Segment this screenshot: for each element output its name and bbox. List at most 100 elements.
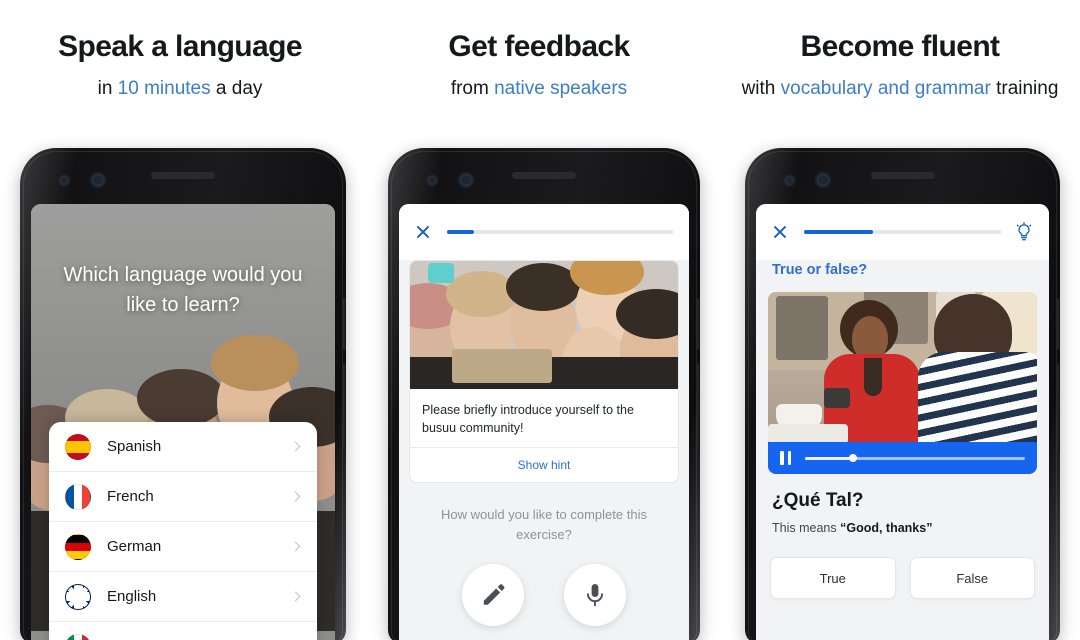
earpiece-speaker-icon — [151, 172, 215, 179]
speak-option[interactable]: Speak — [564, 564, 626, 640]
lesson-progress-bar — [447, 230, 673, 234]
vocabulary-meaning-quote: “Good, thanks” — [840, 521, 933, 535]
phone-mockup-3: True or false? ¿Qué Tal? This means “Goo… — [745, 148, 1060, 640]
close-icon[interactable] — [772, 224, 788, 240]
phone-1-volume-button[interactable] — [343, 363, 346, 451]
column-1-subtitle-accent: 10 minutes — [117, 78, 211, 99]
front-camera-icon — [93, 175, 103, 185]
phone-3-notch — [756, 160, 1049, 204]
front-camera-icon — [461, 175, 471, 185]
phone-3-volume-button[interactable] — [1057, 363, 1060, 451]
onboarding-question-line-1: Which language would you — [63, 264, 303, 286]
write-option[interactable]: Write — [462, 564, 524, 640]
language-label: German — [107, 538, 162, 555]
column-heading-1: Speak a language in 10 minutes a day — [10, 30, 350, 103]
vocabulary-meaning-prefix: This means — [772, 521, 841, 535]
front-sensor-icon — [429, 177, 436, 184]
flag-italy-icon — [65, 633, 91, 640]
column-1-subtitle: in 10 minutes a day — [10, 75, 350, 103]
phone-2-side-button[interactable] — [697, 298, 700, 350]
lesson-progress-bar — [804, 230, 1001, 234]
column-3-subtitle-post: training — [990, 78, 1059, 99]
seek-bar[interactable] — [805, 454, 1025, 462]
answer-buttons: True False — [756, 535, 1049, 599]
front-sensor-icon — [786, 177, 793, 184]
write-option-button[interactable] — [462, 564, 524, 627]
earpiece-speaker-icon — [512, 172, 576, 179]
phone-1-screen: Which language would you like to learn? … — [31, 204, 335, 640]
phone-mockup-2: Please briefly introduce yourself to the… — [388, 148, 700, 640]
answer-false-button[interactable]: False — [909, 557, 1035, 599]
earpiece-speaker-icon — [870, 172, 935, 179]
language-row-french[interactable]: French — [49, 472, 317, 522]
chevron-right-icon — [290, 541, 301, 552]
chevron-right-icon — [290, 491, 301, 502]
flag-spain-icon — [65, 433, 91, 460]
language-label: English — [107, 588, 157, 605]
lesson-header — [756, 204, 1049, 260]
column-2-title: Get feedback — [448, 30, 630, 63]
front-sensor-icon — [61, 177, 68, 184]
pause-icon[interactable] — [780, 451, 791, 465]
column-1-subtitle-pre: in — [97, 78, 118, 99]
phone-2-notch — [399, 160, 689, 204]
audio-player-controls — [768, 442, 1037, 474]
pencil-icon — [483, 584, 505, 605]
completion-question: How would you like to complete this exer… — [441, 507, 647, 542]
phone-2-screen: Please briefly introduce yourself to the… — [399, 204, 689, 640]
phone-mockup-1: Which language would you like to learn? … — [20, 148, 346, 640]
phone-3-screen: True or false? ¿Qué Tal? This means “Goo… — [756, 204, 1049, 640]
exercise-prompt: Please briefly introduce yourself to the… — [422, 403, 634, 436]
seek-progress — [805, 456, 854, 460]
column-3-subtitle-pre: with — [741, 78, 781, 99]
language-label: French — [107, 488, 154, 505]
column-1-title: Speak a language — [58, 30, 302, 63]
onboarding-question-line-2: like to learn? — [126, 294, 240, 316]
answer-true-button[interactable]: True — [770, 557, 896, 599]
front-camera-icon — [818, 175, 828, 185]
language-row-german[interactable]: German — [49, 522, 317, 572]
exercise-card: Please briefly introduce yourself to the… — [409, 260, 679, 484]
column-heading-3: Become fluent with vocabulary and gramma… — [735, 30, 1065, 103]
feedback-exercise-screen: Please briefly introduce yourself to the… — [399, 204, 689, 640]
conversation-photo — [768, 292, 1037, 442]
column-3-subtitle: with vocabulary and grammar training — [735, 75, 1065, 103]
flag-germany-icon — [65, 533, 91, 560]
completion-choices: Write Speak — [399, 564, 689, 640]
language-row-italian[interactable]: Italian — [49, 622, 317, 640]
show-hint-link[interactable]: Show hint — [410, 447, 678, 482]
true-false-exercise-screen: True or false? ¿Qué Tal? This means “Goo… — [756, 204, 1049, 640]
video-player — [768, 292, 1037, 474]
vocabulary-word: ¿Qué Tal? — [772, 490, 864, 511]
community-photo — [410, 261, 678, 389]
exercise-type-title: True or false? — [772, 262, 868, 278]
microphone-icon — [587, 584, 603, 607]
column-2-subtitle-accent: native speakers — [494, 78, 628, 99]
lesson-header — [399, 204, 689, 260]
lightbulb-icon[interactable] — [1015, 222, 1033, 242]
column-3-title: Become fluent — [800, 30, 1001, 63]
phone-2-volume-button[interactable] — [697, 363, 700, 451]
phone-1-notch — [31, 160, 335, 204]
phone-1-side-button[interactable] — [343, 298, 346, 350]
language-row-english[interactable]: English — [49, 572, 317, 622]
chevron-right-icon — [290, 591, 301, 602]
language-row-spanish[interactable]: Spanish — [49, 422, 317, 472]
promo-screenshot: Speak a language in 10 minutes a day Get… — [0, 0, 1080, 640]
lesson-progress-fill — [447, 230, 475, 234]
column-3-subtitle-accent: vocabulary and grammar — [780, 78, 991, 99]
speak-option-button[interactable] — [564, 564, 626, 627]
lesson-progress-fill — [804, 230, 873, 234]
phone-3-side-button[interactable] — [1057, 298, 1060, 350]
close-icon[interactable] — [415, 224, 431, 240]
flag-uk-icon — [65, 583, 91, 610]
column-2-subtitle: from native speakers — [378, 75, 700, 103]
seek-handle[interactable] — [849, 454, 858, 462]
language-label: Spanish — [107, 438, 162, 455]
column-2-subtitle-pre: from — [450, 78, 495, 99]
column-1-subtitle-post: a day — [210, 78, 263, 99]
chevron-right-icon — [290, 441, 301, 452]
onboarding-question: Which language would you like to learn? — [31, 260, 335, 320]
flag-france-icon — [65, 483, 91, 510]
language-list-card: Spanish French German English — [49, 422, 317, 640]
